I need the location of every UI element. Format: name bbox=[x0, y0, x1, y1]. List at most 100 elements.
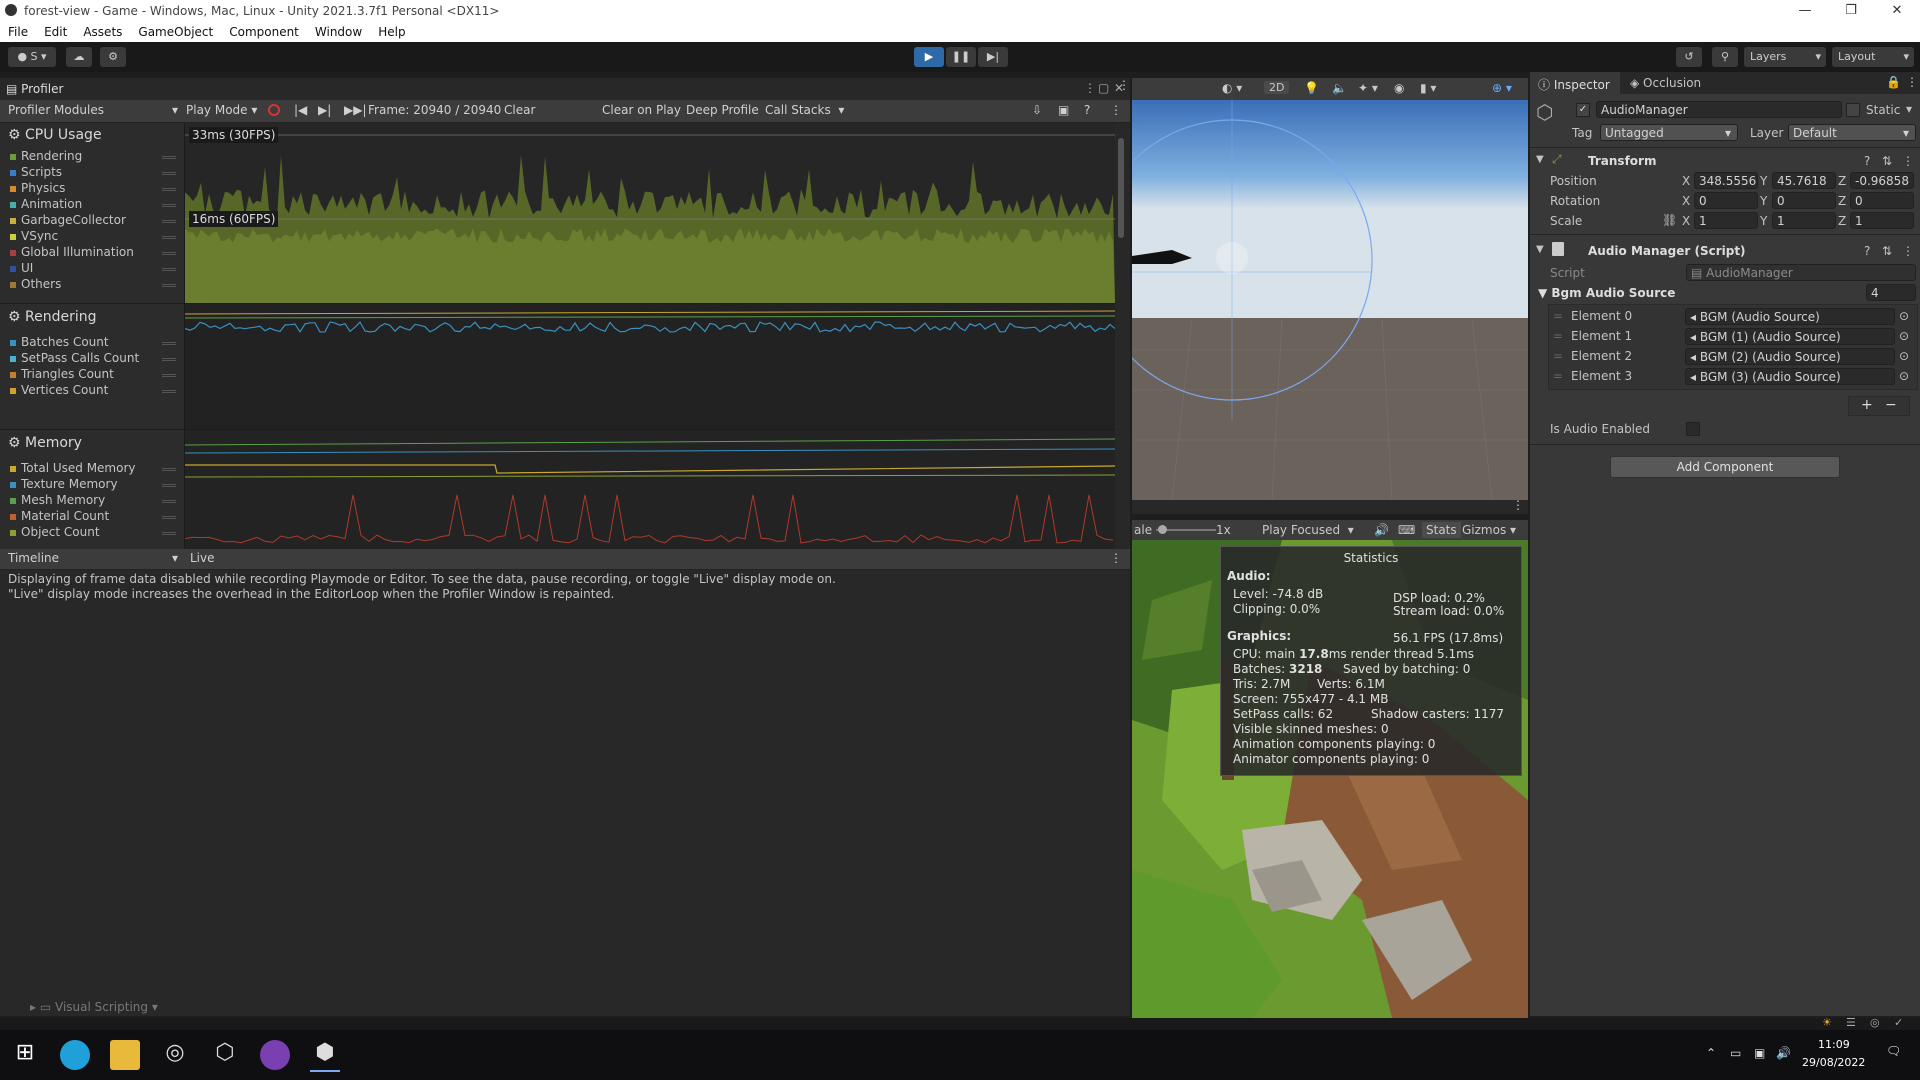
menu-help[interactable]: Help bbox=[370, 22, 413, 39]
play-button[interactable]: ▶ bbox=[914, 47, 944, 67]
active-checkbox[interactable]: ✓ bbox=[1576, 103, 1590, 117]
static-checkbox[interactable] bbox=[1846, 103, 1860, 117]
scale-slider-handle[interactable] bbox=[1158, 525, 1167, 534]
rotation-x-field[interactable]: 0 bbox=[1694, 192, 1758, 209]
menu-file[interactable]: File bbox=[0, 22, 36, 39]
memory-legend-item[interactable]: Texture Memory bbox=[10, 477, 118, 491]
rotation-z-field[interactable]: 0 bbox=[1850, 192, 1914, 209]
edge-icon[interactable] bbox=[60, 1040, 90, 1070]
cpu-legend-item[interactable]: Scripts bbox=[10, 165, 62, 179]
progress-icon[interactable]: ☀ bbox=[1822, 1016, 1832, 1029]
rotation-x-label[interactable]: X bbox=[1682, 194, 1690, 208]
detail-menu-icon[interactable]: ⋮ bbox=[1110, 551, 1122, 565]
legend-drag-handle[interactable] bbox=[162, 268, 176, 271]
tag-dropdown[interactable]: Untagged ▾ bbox=[1600, 124, 1738, 141]
legend-drag-handle[interactable] bbox=[162, 220, 176, 223]
rotation-z-label[interactable]: Z bbox=[1838, 194, 1846, 208]
cpu-legend-item[interactable]: VSync bbox=[10, 229, 58, 243]
tab-inspector[interactable]: ⓘ Inspector bbox=[1530, 72, 1620, 94]
legend-drag-handle[interactable] bbox=[162, 516, 176, 519]
shading-icon[interactable]: ◐ ▾ bbox=[1222, 81, 1242, 95]
scale-z-field[interactable]: 1 bbox=[1850, 212, 1914, 229]
element-drag-handle[interactable]: = bbox=[1553, 349, 1563, 363]
legend-drag-handle[interactable] bbox=[162, 156, 176, 159]
tray-network-icon[interactable]: ▣ bbox=[1754, 1046, 1765, 1060]
search-icon[interactable]: ⚲ bbox=[1712, 47, 1738, 67]
play-focused-dropdown[interactable]: Play Focused ▾ bbox=[1262, 523, 1354, 537]
memory-title[interactable]: ⚙ Memory bbox=[8, 435, 82, 451]
keyboard-icon[interactable]: ⌨ bbox=[1398, 523, 1415, 537]
tray-chevron-icon[interactable]: ⌃ bbox=[1706, 1046, 1716, 1060]
menu-window[interactable]: Window bbox=[307, 22, 370, 39]
audio-icon[interactable]: 🔈 bbox=[1332, 81, 1347, 95]
transform-title[interactable]: Transform bbox=[1588, 154, 1656, 168]
position-x-label[interactable]: X bbox=[1682, 174, 1690, 188]
element-drag-handle[interactable]: = bbox=[1553, 369, 1563, 383]
legend-drag-handle[interactable] bbox=[162, 532, 176, 535]
scale-y-label[interactable]: Y bbox=[1760, 214, 1767, 228]
lock-icon[interactable]: 🔒 bbox=[1886, 75, 1901, 89]
transform-foldout-icon[interactable]: ▼ bbox=[1536, 154, 1544, 165]
cpu-legend-item[interactable]: GarbageCollector bbox=[10, 213, 126, 227]
mute-audio-icon[interactable]: 🔊 bbox=[1374, 523, 1389, 537]
cpu-legend-item[interactable]: Others bbox=[10, 277, 61, 291]
object-name-field[interactable]: AudioManager bbox=[1596, 101, 1842, 118]
profiler-tab[interactable]: ▤ Profiler bbox=[6, 82, 63, 96]
legend-drag-handle[interactable] bbox=[162, 358, 176, 361]
account-button[interactable]: ● S ▾ bbox=[8, 47, 56, 67]
scene-menu-icon[interactable]: ⋮ bbox=[1118, 78, 1130, 92]
scale-x-label[interactable]: X bbox=[1682, 214, 1690, 228]
last-frame-icon[interactable]: ▶▶| bbox=[344, 103, 367, 117]
scene-view[interactable] bbox=[1132, 100, 1528, 500]
memory-legend-item[interactable]: Object Count bbox=[10, 525, 100, 539]
windows-start-icon[interactable]: ⊞ bbox=[10, 1040, 40, 1070]
cpu-legend-item[interactable]: Physics bbox=[10, 181, 65, 195]
help-icon[interactable]: ? bbox=[1084, 103, 1090, 117]
cpu-legend-item[interactable]: UI bbox=[10, 261, 33, 275]
notification-icon[interactable]: 🗨 bbox=[1886, 1044, 1901, 1058]
object-picker-icon[interactable]: ⊙ bbox=[1899, 369, 1909, 383]
audio-enabled-checkbox[interactable] bbox=[1686, 422, 1700, 436]
first-frame-icon[interactable]: |◀ bbox=[294, 103, 307, 117]
rendering-legend-item[interactable]: Batches Count bbox=[10, 335, 109, 349]
cpu-usage-title[interactable]: ⚙ CPU Usage bbox=[8, 127, 102, 143]
add-component-button[interactable]: Add Component bbox=[1610, 456, 1840, 478]
legend-drag-handle[interactable] bbox=[162, 468, 176, 471]
status-icon-3[interactable]: ◎ bbox=[1870, 1016, 1880, 1029]
bgm-foldout[interactable]: ▼ Bgm Audio Source bbox=[1538, 286, 1675, 300]
deep-profile-button[interactable]: Deep Profile bbox=[686, 103, 759, 117]
menu-gameobject[interactable]: GameObject bbox=[130, 22, 221, 39]
remove-element-button[interactable]: − bbox=[1885, 397, 1897, 413]
memory-legend-item[interactable]: Total Used Memory bbox=[10, 461, 136, 475]
clock-date[interactable]: 29/08/2022 bbox=[1802, 1056, 1865, 1069]
layer-dropdown[interactable]: Default ▾ bbox=[1788, 124, 1916, 141]
position-z-label[interactable]: Z bbox=[1838, 174, 1846, 188]
scale-z-label[interactable]: Z bbox=[1838, 214, 1846, 228]
memory-legend-item[interactable]: Mesh Memory bbox=[10, 493, 105, 507]
record-button[interactable] bbox=[268, 104, 280, 116]
position-z-field[interactable]: -0.96858 bbox=[1850, 172, 1914, 189]
element-drag-handle[interactable]: = bbox=[1553, 329, 1563, 343]
audio-manager-foldout-icon[interactable]: ▼ bbox=[1536, 244, 1544, 255]
rotation-y-label[interactable]: Y bbox=[1760, 194, 1767, 208]
tab-occlusion[interactable]: ◈ Occlusion bbox=[1630, 76, 1701, 90]
add-element-button[interactable]: + bbox=[1861, 397, 1873, 413]
bgm-count-field[interactable]: 4 bbox=[1866, 284, 1916, 301]
rendering-legend-item[interactable]: Triangles Count bbox=[10, 367, 114, 381]
history-icon[interactable]: ↺ bbox=[1676, 47, 1702, 67]
legend-drag-handle[interactable] bbox=[162, 374, 176, 377]
transform-preset-icon[interactable]: ⇅ bbox=[1882, 154, 1892, 168]
step-button[interactable]: ▶| bbox=[978, 47, 1008, 67]
memory-legend-item[interactable]: Material Count bbox=[10, 509, 109, 523]
profiler-modules-dropdown[interactable]: Profiler Modules ▾ bbox=[8, 103, 178, 117]
legend-drag-handle[interactable] bbox=[162, 204, 176, 207]
save-icon[interactable]: ▣ bbox=[1058, 103, 1069, 117]
clear-on-play-button[interactable]: Clear on Play bbox=[602, 103, 681, 117]
element-object-field[interactable]: ◂ BGM (Audio Source) bbox=[1685, 308, 1895, 325]
legend-drag-handle[interactable] bbox=[162, 252, 176, 255]
lighting-icon[interactable]: 💡 bbox=[1304, 81, 1319, 95]
status-icon-2[interactable]: ☰ bbox=[1846, 1016, 1856, 1029]
position-y-label[interactable]: Y bbox=[1760, 174, 1767, 188]
transform-help-icon[interactable]: ? bbox=[1864, 154, 1870, 168]
cpu-legend-item[interactable]: Rendering bbox=[10, 149, 82, 163]
